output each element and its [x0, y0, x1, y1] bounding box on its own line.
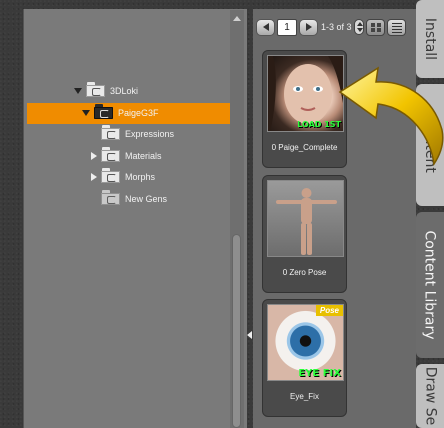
tab-content-library[interactable]: Content Library	[416, 212, 444, 358]
thumbnail-tag: EYE FIX	[298, 368, 341, 379]
expand-down-icon[interactable]	[74, 88, 82, 94]
card-label: 0 Paige_Complete	[271, 143, 338, 152]
pose-badge: Pose	[315, 305, 343, 316]
folder-open-icon	[94, 104, 113, 119]
arrow-left-icon	[262, 23, 269, 31]
tree-item-paigeg3f[interactable]: PaigeG3F	[82, 103, 159, 123]
curved-arrow-icon	[338, 66, 444, 166]
tree-item-3dloki[interactable]: 3DLoki	[74, 81, 138, 101]
folder-icon	[101, 125, 120, 140]
content-card[interactable]: Pose EYE FIX Eye_Fix	[262, 299, 347, 417]
pagination-bar: 1 1-3 of 3	[256, 16, 406, 38]
tree-item-label: Morphs	[125, 172, 156, 182]
expand-down-icon[interactable]	[82, 110, 90, 116]
scroll-up-icon[interactable]	[233, 16, 241, 21]
page-range-text: 1-3 of 3	[321, 22, 352, 32]
arrow-right-icon	[305, 23, 312, 31]
list-view-button[interactable]	[386, 18, 406, 36]
items-per-page-spinner[interactable]	[353, 19, 364, 35]
card-label: Eye_Fix	[290, 392, 319, 401]
tree-item-label: New Gens	[125, 194, 168, 204]
collapse-left-icon[interactable]	[247, 331, 252, 339]
tab-draw-settings[interactable]: Draw Se	[416, 364, 444, 428]
scroll-thumb[interactable]	[232, 234, 241, 428]
prev-page-button[interactable]	[256, 18, 275, 36]
content-card[interactable]: LOAD 1ST 0 Paige_Complete	[262, 50, 347, 168]
folder-icon	[101, 168, 120, 183]
card-label: 0 Zero Pose	[282, 268, 327, 277]
tree-item-expressions[interactable]: Expressions	[101, 124, 174, 144]
tab-label: Install	[422, 17, 438, 61]
next-page-button[interactable]	[299, 18, 318, 36]
thumbnail-image: LOAD 1ST	[267, 55, 344, 132]
thumbnail-tag: LOAD 1ST	[297, 120, 341, 129]
tree-item-new-gens[interactable]: New Gens	[101, 189, 167, 209]
folder-icon	[101, 147, 120, 162]
t-pose-figure-icon	[276, 188, 337, 255]
page-number-field[interactable]: 1	[277, 18, 297, 36]
thumbnail-image: Pose EYE FIX	[267, 304, 344, 381]
thumbnail-image	[267, 180, 344, 257]
tree-item-materials[interactable]: Materials	[91, 146, 162, 166]
folder-faded-icon	[101, 190, 120, 205]
folder-icon	[86, 82, 105, 97]
expand-right-icon[interactable]	[91, 152, 97, 160]
expand-right-icon[interactable]	[91, 173, 97, 181]
content-tree-panel	[23, 9, 247, 428]
tree-item-label: 3DLoki	[110, 86, 139, 96]
tree-item-label: Materials	[125, 151, 162, 161]
tab-label: Content Library	[422, 230, 438, 340]
tab-label: Draw Se	[422, 366, 439, 426]
tree-scrollbar[interactable]	[230, 10, 244, 428]
tree-item-label: PaigeG3F	[118, 108, 159, 118]
grid-view-button[interactable]	[365, 18, 385, 36]
tree-item-morphs[interactable]: Morphs	[91, 167, 155, 187]
content-card[interactable]: 0 Zero Pose	[262, 175, 347, 293]
tree-item-label: Expressions	[125, 129, 175, 139]
